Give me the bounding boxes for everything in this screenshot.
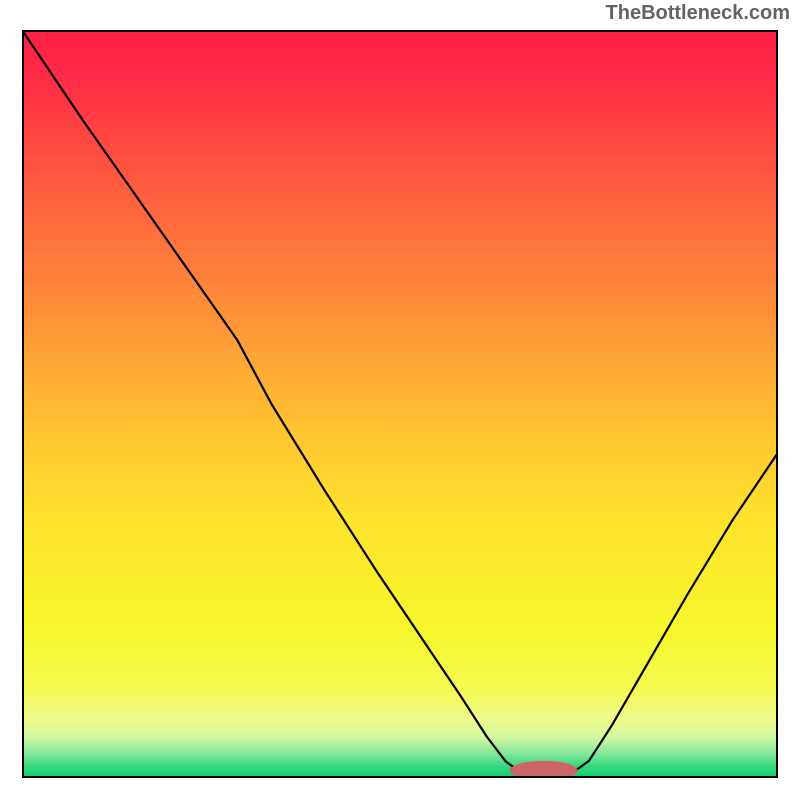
watermark-text: TheBottleneck.com: [606, 2, 790, 25]
plot-area: [22, 30, 778, 778]
chart-container: TheBottleneck.com: [0, 0, 800, 800]
chart-background: [22, 30, 778, 778]
chart-svg: [22, 30, 778, 778]
